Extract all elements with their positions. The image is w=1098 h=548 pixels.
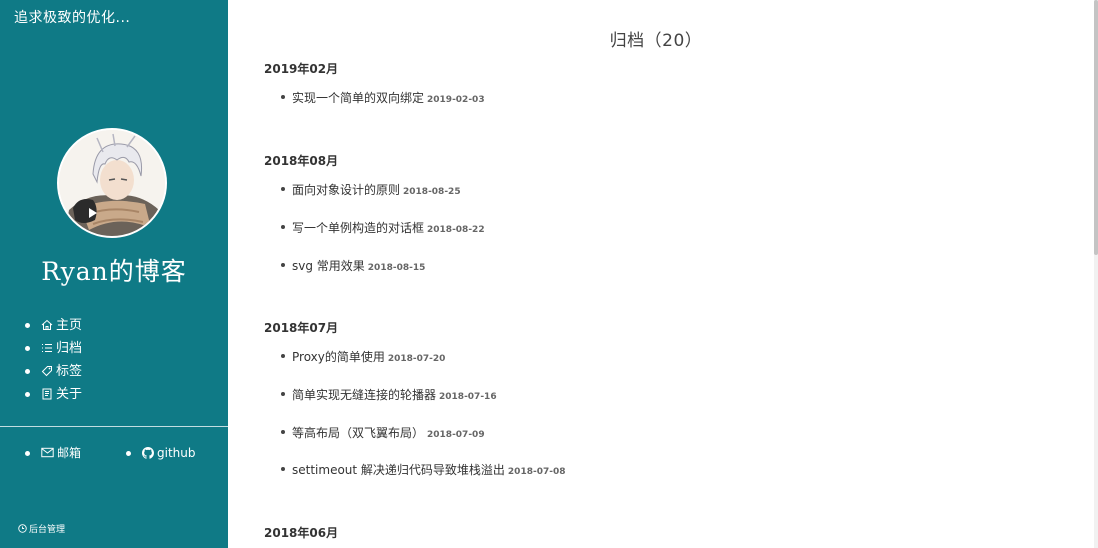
github-icon	[142, 446, 154, 459]
sidebar: 追求极致的优化... Ryan的博客 主页 归档 标签 关于 邮箱 github…	[0, 0, 228, 548]
archive-month-heading: 2019年02月	[264, 62, 339, 76]
avatar-illustration	[59, 130, 165, 236]
archive-post-link[interactable]: 写一个单例构造的对话框 2018-08-22	[281, 218, 485, 238]
archive-month-heading: 2018年07月	[264, 321, 339, 335]
archive-post-link[interactable]: 面向对象设计的原则 2018-08-25	[281, 180, 461, 200]
archive-post-link[interactable]: 实现一个简单的双向绑定 2019-02-03	[281, 88, 485, 108]
post-date: 2018-07-16	[439, 392, 497, 402]
social-link-github[interactable]: github	[125, 442, 195, 465]
post-title: svg 常用效果	[292, 259, 365, 273]
site-motto: 追求极致的优化...	[14, 10, 131, 26]
post-title: 实现一个简单的双向绑定	[292, 91, 425, 105]
nav-item-about[interactable]: 关于	[24, 383, 82, 406]
nav-item-home[interactable]: 主页	[24, 314, 82, 337]
social-link-mail[interactable]: 邮箱	[24, 442, 81, 465]
page-scrollbar[interactable]	[1094, 0, 1098, 548]
clock-icon	[18, 524, 27, 533]
book-icon	[42, 388, 52, 399]
archive-month-heading: 2018年08月	[264, 154, 339, 168]
archive-content: 归档（20） 2019年02月 实现一个简单的双向绑定 2019-02-03 20…	[228, 0, 1096, 548]
scrollbar-thumb[interactable]	[1094, 0, 1098, 255]
post-date: 2019-02-03	[427, 95, 485, 105]
post-title: Proxy的简单使用	[292, 350, 385, 364]
tag-icon	[41, 365, 52, 376]
post-date: 2018-08-15	[367, 263, 426, 273]
avatar[interactable]	[57, 128, 167, 238]
post-date: 2018-07-20	[387, 354, 446, 364]
archive-month-heading: 2018年06月	[264, 526, 339, 540]
post-title: 等高布局（双飞翼布局）	[292, 426, 425, 440]
post-title: 简单实现无缝连接的轮播器	[292, 388, 437, 402]
post-date: 2018-07-09	[427, 430, 485, 440]
post-date: 2018-08-22	[427, 225, 485, 235]
main-nav: 主页 归档 标签 关于	[24, 314, 82, 406]
list-icon	[42, 343, 52, 352]
nav-item-archive[interactable]: 归档	[24, 337, 82, 360]
home-icon	[41, 319, 53, 330]
nav-item-label: 主页	[56, 318, 83, 333]
mail-icon	[41, 447, 54, 458]
post-date: 2018-08-25	[403, 187, 461, 197]
archive-post-link[interactable]: 等高布局（双飞翼布局） 2018-07-09	[281, 423, 485, 443]
sidebar-divider	[0, 426, 228, 427]
post-title: settimeout 解决递归代码导致堆栈溢出	[292, 463, 505, 477]
social-link-label: 邮箱	[57, 446, 82, 460]
blog-title: Ryan的博客	[41, 257, 187, 286]
social-link-label: github	[157, 446, 196, 460]
nav-item-label: 归档	[56, 341, 83, 356]
archive-post-link[interactable]: svg 常用效果 2018-08-15	[281, 256, 425, 276]
page-title: 归档（20）	[609, 31, 703, 51]
archive-post-link[interactable]: settimeout 解决递归代码导致堆栈溢出 2018-07-08	[281, 460, 566, 480]
post-date: 2018-07-08	[507, 467, 566, 477]
nav-item-label: 关于	[56, 387, 83, 402]
nav-item-label: 标签	[56, 364, 83, 379]
admin-link-label: 后台管理	[29, 525, 66, 535]
archive-post-link[interactable]: Proxy的简单使用 2018-07-20	[281, 347, 445, 367]
archive-post-link[interactable]: 简单实现无缝连接的轮播器 2018-07-16	[281, 385, 497, 405]
admin-link[interactable]: 后台管理	[18, 522, 65, 535]
post-title: 写一个单例构造的对话框	[292, 221, 425, 235]
post-title: 面向对象设计的原则	[292, 183, 401, 197]
nav-item-tags[interactable]: 标签	[24, 360, 82, 383]
